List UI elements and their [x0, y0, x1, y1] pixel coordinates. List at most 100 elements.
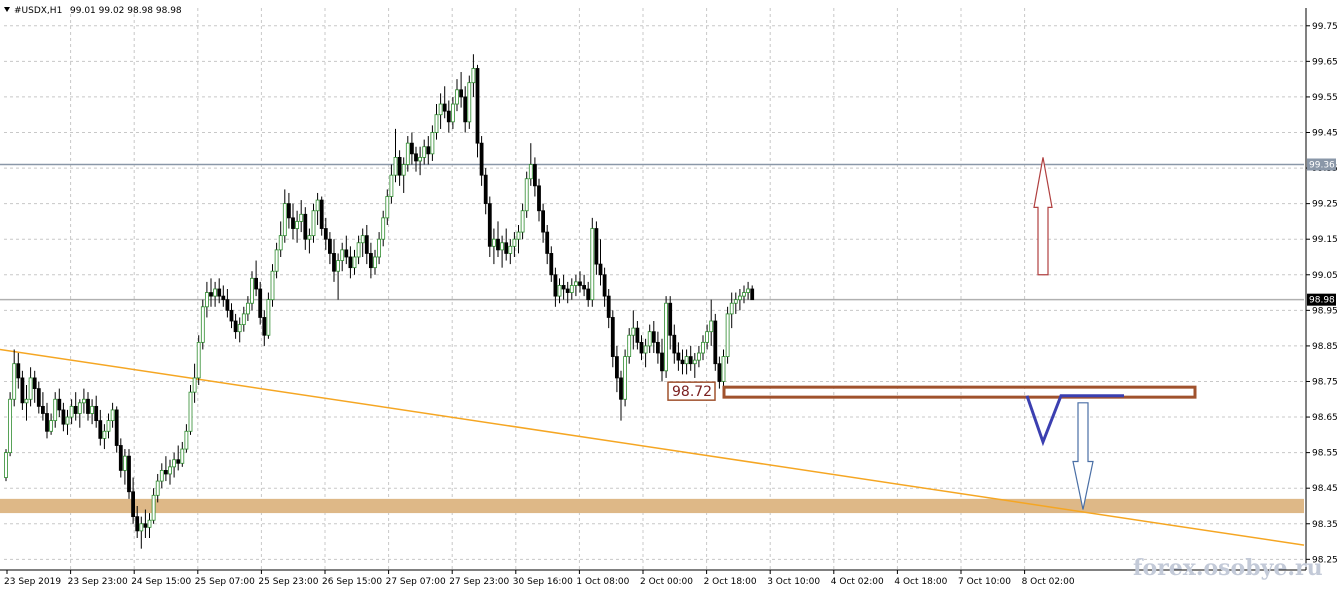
- candle-body: [24, 398, 29, 404]
- x-tick-label: 26 Sep 15:00: [322, 577, 382, 587]
- candle-body: [549, 253, 554, 276]
- candle-body: [90, 405, 94, 414]
- y-tick-label: 99.65: [1312, 57, 1338, 67]
- candle-body: [352, 256, 357, 269]
- y-tick-label: 99.55: [1312, 93, 1338, 103]
- x-tick-label: 2 Oct 18:00: [704, 577, 757, 587]
- candle-body: [106, 420, 111, 432]
- candle-body: [344, 249, 349, 258]
- candle-body: [69, 405, 74, 418]
- candle-body: [553, 274, 558, 297]
- x-tick-label: 23 Sep 2019: [4, 577, 61, 587]
- candle-body: [36, 388, 41, 407]
- candle-body: [184, 430, 189, 450]
- candle-body: [561, 285, 566, 290]
- candle-body: [623, 356, 627, 400]
- candle-body: [491, 238, 496, 247]
- candle-body: [373, 256, 377, 269]
- candle-body: [520, 210, 525, 233]
- candle-body: [664, 302, 668, 372]
- candle-body: [4, 452, 8, 478]
- candle-body: [725, 313, 730, 357]
- candle-body: [131, 491, 136, 518]
- ohlc-label: 99.01 99.02 98.98 98.98: [70, 6, 182, 16]
- candle-body: [356, 242, 361, 258]
- candle-body: [319, 199, 324, 229]
- candle-body: [463, 96, 468, 123]
- candle-body: [750, 288, 755, 301]
- x-tick-label: 27 Sep 07:00: [386, 577, 446, 587]
- candle-body: [483, 174, 488, 205]
- candle-body: [168, 466, 172, 475]
- candle-body: [163, 470, 168, 475]
- candle-body: [221, 295, 226, 301]
- candle-body: [176, 459, 181, 464]
- candle-body: [475, 68, 480, 144]
- candle-body: [332, 253, 336, 272]
- y-tick-label: 98.75: [1312, 377, 1338, 387]
- candle-body: [586, 288, 591, 301]
- x-tick-label: 3 Oct 10:00: [767, 577, 820, 587]
- candle-body: [672, 334, 677, 354]
- candle-body: [401, 164, 406, 176]
- candle-body: [73, 405, 78, 414]
- candle-body: [418, 156, 423, 162]
- candle-body: [53, 398, 58, 422]
- candle-body: [180, 448, 185, 464]
- candle-body: [733, 299, 738, 304]
- candle-body: [217, 288, 222, 297]
- candle-body: [282, 203, 287, 237]
- candle-body: [500, 242, 505, 251]
- candle-body: [524, 178, 529, 212]
- candle-body: [49, 420, 53, 432]
- candle-body: [647, 331, 652, 347]
- candle-body: [139, 523, 144, 532]
- candle-body: [397, 156, 402, 176]
- candle-body: [578, 281, 582, 286]
- candle-body: [643, 345, 648, 354]
- candle-body: [307, 235, 312, 240]
- candle-body: [20, 377, 25, 404]
- candle-body: [127, 455, 131, 493]
- candle-body: [697, 352, 701, 361]
- candle-body: [303, 213, 308, 240]
- candle-body: [192, 377, 197, 393]
- candle-body: [635, 327, 640, 343]
- candle-body: [327, 238, 332, 254]
- candle-body: [102, 430, 107, 439]
- candle-body: [668, 302, 673, 336]
- candle-body: [262, 317, 267, 336]
- candle-body: [151, 494, 156, 521]
- candle-body: [713, 320, 718, 365]
- candle-body: [41, 405, 45, 414]
- candle-body: [98, 420, 103, 439]
- y-tick-label: 99.45: [1312, 128, 1338, 138]
- candle-body: [143, 523, 148, 528]
- y-tick-label: 99.15: [1312, 235, 1338, 245]
- candle-body: [598, 263, 603, 276]
- y-tick-label: 98.85: [1312, 342, 1338, 352]
- candle-body: [680, 359, 685, 365]
- candle-body: [147, 519, 152, 528]
- y-tick-label: 98.95: [1312, 306, 1338, 316]
- y-tick-label: 98.35: [1312, 520, 1338, 530]
- x-tick-label: 23 Sep 23:00: [68, 577, 128, 587]
- x-tick-label: 2 Oct 00:00: [640, 577, 693, 587]
- candle-body: [204, 292, 209, 308]
- candle-body: [688, 356, 693, 365]
- candle-body: [496, 238, 500, 251]
- support-band: [0, 498, 1304, 514]
- candle-body: [610, 317, 615, 357]
- candle-body: [746, 288, 750, 293]
- candle-body: [270, 270, 275, 301]
- candle-body: [528, 164, 533, 180]
- candle-body: [311, 210, 316, 237]
- candle-body: [155, 480, 160, 496]
- candle-body: [479, 142, 484, 176]
- candle-body: [434, 114, 439, 133]
- level-label-text: 98.72: [672, 384, 712, 400]
- candle-body: [110, 409, 115, 422]
- candle-body: [487, 203, 492, 247]
- y-tick-label: 98.45: [1312, 484, 1338, 494]
- candle-body: [32, 377, 37, 389]
